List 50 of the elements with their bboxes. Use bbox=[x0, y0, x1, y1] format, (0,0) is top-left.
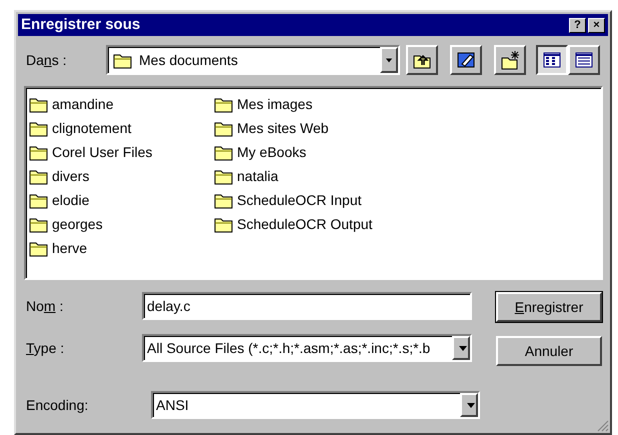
dropdown-field[interactable]: All Source Files (*.c;*.h;*.asm;*.as;*.inc;*.s;*.b bbox=[142, 334, 472, 362]
folder-item[interactable]: Mes images bbox=[214, 92, 399, 116]
details-view-button[interactable] bbox=[568, 45, 600, 75]
folder-item[interactable]: natalia bbox=[214, 164, 399, 188]
folder-item[interactable]: amandine bbox=[29, 92, 214, 116]
list-view-button[interactable] bbox=[536, 45, 568, 75]
folder-item[interactable]: elodie bbox=[29, 188, 214, 212]
folder-name: My eBooks bbox=[237, 142, 306, 162]
folder-name: georges bbox=[52, 214, 103, 234]
save-button[interactable]: Enregistrer bbox=[496, 292, 602, 322]
folder-item[interactable]: ScheduleOCR Input bbox=[214, 188, 399, 212]
field-label: Encoding: bbox=[26, 396, 90, 415]
window-title: Enregistrer sous bbox=[21, 14, 140, 35]
folder-name: elodie bbox=[52, 190, 90, 210]
folder-name: herve bbox=[52, 238, 88, 258]
folder-item[interactable]: divers bbox=[29, 164, 214, 188]
input-field[interactable]: delay.c bbox=[142, 292, 472, 320]
folder-name: ScheduleOCR Input bbox=[237, 190, 362, 210]
dropdown-field[interactable]: ANSI bbox=[151, 391, 480, 419]
folder-item[interactable]: ScheduleOCR Output bbox=[214, 212, 399, 236]
field-label: Type : bbox=[26, 338, 66, 358]
folder-name: natalia bbox=[237, 166, 278, 186]
new-folder-icon bbox=[500, 50, 520, 70]
help-button[interactable]: ? bbox=[569, 18, 586, 32]
folder-name: Mes sites Web bbox=[237, 118, 329, 138]
folder-name: Corel User Files bbox=[52, 142, 152, 162]
desktop-icon bbox=[456, 50, 476, 70]
folder-item[interactable]: Mes sites Web bbox=[214, 116, 399, 140]
folder-name: amandine bbox=[52, 94, 114, 114]
folder-name: clignotement bbox=[52, 118, 132, 138]
cancel-button[interactable]: Annuler bbox=[496, 336, 602, 366]
location-dropdown[interactable]: Mes documents bbox=[106, 45, 400, 75]
folder-item[interactable]: My eBooks bbox=[214, 140, 399, 164]
folder-item[interactable]: Corel User Files bbox=[29, 140, 214, 164]
field-label: Nom : bbox=[26, 296, 64, 316]
details-view-icon bbox=[574, 50, 594, 70]
up-folder-button[interactable] bbox=[406, 45, 438, 75]
folder-item[interactable]: clignotement bbox=[29, 116, 214, 140]
location-value: Mes documents bbox=[139, 50, 239, 70]
folder-item[interactable]: herve bbox=[29, 236, 214, 260]
folder-item[interactable]: georges bbox=[29, 212, 214, 236]
folder-name: divers bbox=[52, 166, 90, 186]
folder-name: ScheduleOCR Output bbox=[237, 214, 372, 234]
desktop-button[interactable] bbox=[450, 45, 482, 75]
new-folder-button[interactable] bbox=[494, 45, 526, 75]
location-label: Dans : bbox=[26, 50, 68, 70]
close-button[interactable]: × bbox=[588, 18, 605, 32]
list-view-icon bbox=[542, 50, 562, 70]
resize-grip-icon bbox=[597, 420, 609, 432]
folder-name: Mes images bbox=[237, 94, 312, 114]
